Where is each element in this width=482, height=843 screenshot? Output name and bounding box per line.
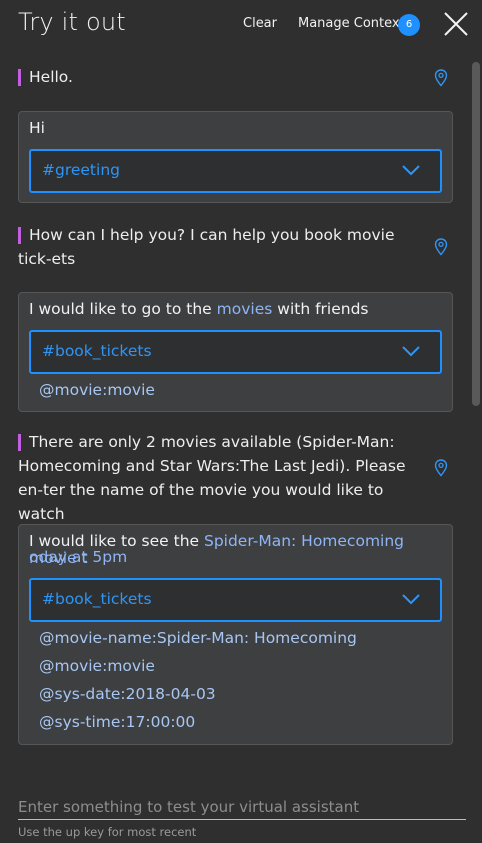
manage-context-button[interactable]: Manage Context — [298, 16, 405, 31]
entity-tag[interactable]: @sys-date:2018-04-03 — [39, 685, 216, 703]
entity-tag[interactable]: @movie-name:Spider-Man: Homecoming — [39, 629, 357, 647]
chevron-down-icon — [402, 165, 420, 176]
bot-message-marker — [18, 69, 21, 86]
intent-select[interactable]: #book_tickets — [29, 578, 442, 622]
intent-select[interactable]: #greeting — [29, 149, 442, 193]
bot-message-marker — [18, 434, 21, 451]
bot-message: How can I help you? I can help you book … — [18, 223, 408, 271]
user-text-part: I would like to go to the — [29, 300, 217, 318]
intent-label: #book_tickets — [42, 342, 152, 360]
location-pin-icon[interactable] — [434, 459, 448, 477]
entity-tag[interactable]: @sys-time:17:00:00 — [39, 713, 195, 731]
message-input[interactable] — [18, 794, 466, 820]
bot-message: There are only 2 movies available (Spide… — [18, 430, 408, 526]
entity-tag[interactable]: @movie:movie — [39, 381, 155, 399]
user-message-card: I would like to see the Spider-Man: Home… — [18, 524, 453, 745]
bot-message: Hello. — [18, 65, 418, 89]
header: Try it out Clear Manage Context 6 — [0, 0, 482, 50]
entity-highlight: movies — [216, 300, 273, 318]
context-count-badge[interactable]: 6 — [398, 14, 420, 36]
location-pin-icon[interactable] — [434, 69, 448, 87]
user-message-card: Hi #greeting — [18, 111, 453, 203]
clear-button[interactable]: Clear — [243, 16, 277, 31]
bot-message-text: There are only 2 movies available (Spide… — [18, 433, 406, 523]
user-message-text: I would like to go to the movies with fr… — [29, 301, 369, 318]
intent-select[interactable]: #book_tickets — [29, 330, 442, 374]
panel-title: Try it out — [18, 8, 126, 36]
bot-message-marker — [18, 227, 21, 244]
bot-message-text: Hello. — [29, 68, 73, 86]
user-message-card: I would like to go to the movies with fr… — [18, 292, 453, 412]
close-icon[interactable] — [441, 9, 471, 39]
user-text-part: with friends — [272, 300, 369, 318]
entity-tag[interactable]: @movie:movie — [39, 657, 155, 675]
input-hint: Use the up key for most recent — [18, 825, 197, 839]
intent-label: #book_tickets — [42, 590, 152, 608]
scrollbar[interactable] — [472, 62, 480, 760]
chevron-down-icon — [402, 594, 420, 605]
chevron-down-icon — [402, 346, 420, 357]
intent-label: #greeting — [42, 161, 120, 179]
entity-highlight: oday at 5pm — [29, 548, 128, 566]
bot-message-text: How can I help you? I can help you book … — [18, 226, 395, 268]
scrollbar-thumb[interactable] — [472, 62, 480, 406]
user-message-text: Hi — [29, 119, 45, 137]
location-pin-icon[interactable] — [434, 238, 448, 256]
